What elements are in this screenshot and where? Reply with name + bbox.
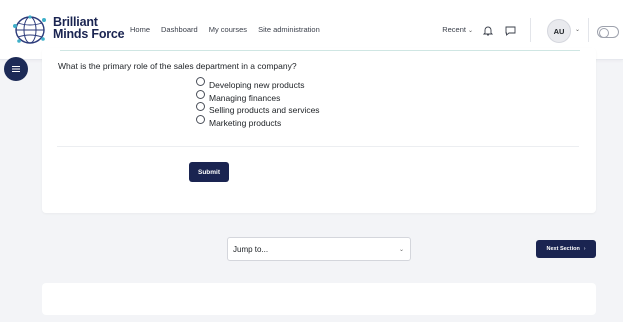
brand-logo[interactable]: Brilliant Minds Force (53, 16, 125, 41)
card-divider (57, 146, 579, 147)
nav-my-courses[interactable]: My courses (209, 25, 247, 34)
bottom-card (42, 283, 596, 315)
chevron-down-icon: ⌄ (467, 28, 473, 34)
submit-button[interactable]: Submit (189, 162, 229, 182)
jump-to-label: Jump to... (233, 245, 269, 254)
answer-option-label: Developing new products (209, 80, 305, 90)
nav-site-administration[interactable]: Site administration (258, 25, 320, 34)
chat-icon[interactable] (505, 26, 516, 36)
theme-toggle[interactable] (597, 26, 619, 38)
radio-button[interactable] (196, 89, 205, 99)
navbar-divider (530, 18, 531, 42)
answer-option[interactable]: Developing new products (196, 77, 320, 91)
globe-network-icon[interactable] (10, 14, 48, 46)
radio-button[interactable] (196, 102, 205, 111)
answer-options: Developing new products Managing finance… (196, 77, 320, 129)
answer-option[interactable]: Managing finances (196, 89, 320, 104)
answer-option-label: Marketing products (209, 117, 282, 128)
course-index-toggle[interactable] (4, 57, 28, 81)
chevron-down-icon: ⌄ (398, 247, 404, 253)
quiz-card (42, 48, 596, 213)
bell-icon[interactable] (483, 25, 493, 36)
jump-to-select[interactable]: Jump to... ⌄ (227, 237, 411, 261)
user-avatar[interactable]: AU (547, 19, 571, 43)
nav-home[interactable]: Home (130, 25, 150, 34)
chevron-down-icon[interactable]: ⌄ (575, 26, 580, 33)
answer-option-label: Managing finances (209, 92, 281, 103)
card-accent-line (60, 50, 580, 51)
radio-button[interactable] (196, 77, 205, 86)
radio-button[interactable] (196, 114, 205, 124)
nav-dashboard[interactable]: Dashboard (161, 25, 198, 34)
answer-option[interactable]: Marketing products (196, 114, 320, 129)
list-icon (12, 66, 20, 72)
next-section-label: Next Section (546, 246, 580, 252)
question-text: What is the primary role of the sales de… (58, 61, 297, 71)
next-section-button[interactable]: Next Section › (536, 240, 596, 258)
navbar-divider (588, 18, 589, 42)
recent-label: Recent (442, 25, 466, 34)
chevron-right-icon: › (583, 246, 586, 252)
answer-option[interactable]: Selling products and services (196, 102, 320, 116)
primary-navigation: Home Dashboard My courses Site administr… (130, 25, 331, 34)
answer-option-label: Selling products and services (209, 105, 320, 115)
recent-dropdown[interactable]: Recent ⌄ (442, 25, 473, 34)
brand-name-line2: Minds Force (53, 27, 125, 41)
